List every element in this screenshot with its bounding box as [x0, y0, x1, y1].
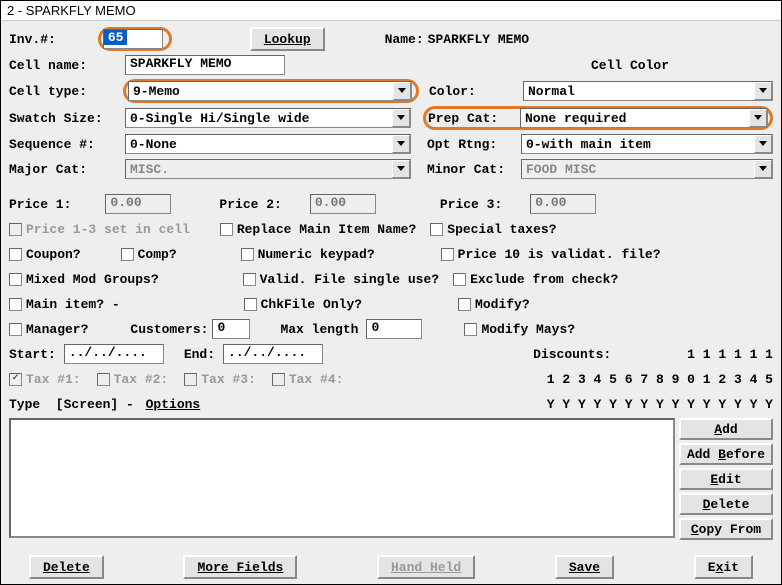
price2-input: 0.00: [310, 194, 376, 214]
copyfrom-button[interactable]: Copy From: [679, 518, 773, 540]
price13-checkbox: Price 1-3 set in cell: [9, 222, 190, 237]
delete-side-button[interactable]: Delete: [679, 493, 773, 515]
maxlen-label: Max length: [280, 322, 362, 337]
modify-checkbox[interactable]: Modify?: [458, 297, 530, 312]
save-button[interactable]: Save: [555, 555, 614, 579]
color-label: Color:: [429, 84, 523, 99]
add-button[interactable]: Add: [679, 418, 773, 440]
price3-input: 0.00: [530, 194, 596, 214]
manager-checkbox[interactable]: Manager?: [9, 322, 88, 337]
swatch-label: Swatch Size:: [9, 111, 125, 126]
swatch-select[interactable]: 0-Single Hi/Single wide: [125, 108, 411, 128]
exit-button[interactable]: Exit: [694, 555, 753, 579]
mixed-checkbox[interactable]: Mixed Mod Groups?: [9, 272, 159, 287]
chevron-down-icon[interactable]: [392, 160, 410, 178]
chevron-down-icon[interactable]: [392, 109, 410, 127]
chevron-down-icon[interactable]: [749, 109, 767, 127]
comp-checkbox[interactable]: Comp?: [121, 247, 177, 262]
inv-label: Inv.#:: [9, 32, 60, 47]
tax3-checkbox: Tax #3:: [184, 372, 256, 387]
celltype-select[interactable]: 9-Memo: [128, 81, 412, 101]
numpad-checkbox[interactable]: Numeric keypad?: [241, 247, 375, 262]
minorcat-label: Minor Cat:: [427, 162, 521, 177]
optrtng-select[interactable]: 0-with main item: [521, 134, 773, 154]
lookup-button[interactable]: Lookup: [250, 27, 325, 51]
discount-nums: 1 2 3 4 5 6 7 8 9 0 1 2 3 4 5: [547, 372, 773, 387]
price1-input: 0.00: [105, 194, 171, 214]
discount-ys: Y Y Y Y Y Y Y Y Y Y Y Y Y Y Y: [547, 397, 773, 412]
tax1-checkbox: ✓Tax #1:: [9, 372, 81, 387]
start-label: Start:: [9, 347, 60, 362]
chkfile-checkbox[interactable]: ChkFile Only?: [244, 297, 362, 312]
tax2-checkbox: Tax #2:: [97, 372, 169, 387]
cellname-label: Cell name:: [9, 58, 125, 73]
prepcat-highlight: Prep Cat: None required: [423, 106, 773, 130]
optrtng-label: Opt Rtng:: [427, 137, 521, 152]
edit-button[interactable]: Edit: [679, 468, 773, 490]
start-input[interactable]: ../../....: [64, 344, 164, 364]
seq-select[interactable]: 0-None: [125, 134, 411, 154]
customers-input[interactable]: 0: [212, 319, 250, 339]
color-select[interactable]: Normal: [523, 81, 773, 101]
handheld-button: Hand Held: [377, 555, 475, 579]
discounts-top: 1 1 1 1 1 1: [687, 347, 773, 362]
coupon-checkbox[interactable]: Coupon?: [9, 247, 81, 262]
valid-checkbox[interactable]: Valid. File single use?: [243, 272, 439, 287]
customers-label: Customers:: [130, 322, 212, 337]
price2-label: Price 2:: [219, 197, 285, 212]
end-input[interactable]: ../../....: [223, 344, 323, 364]
minorcat-select[interactable]: FOOD MISC: [521, 159, 773, 179]
seq-label: Sequence #:: [9, 137, 125, 152]
prepcat-label: Prep Cat:: [428, 111, 520, 126]
discounts-label: Discounts:: [533, 347, 615, 362]
prepcat-select[interactable]: None required: [520, 108, 768, 128]
end-label: End:: [184, 347, 219, 362]
name-value: SPARKFLY MEMO: [428, 32, 529, 47]
inv-input[interactable]: 65: [103, 29, 163, 49]
addbefore-button[interactable]: Add Before: [679, 443, 773, 465]
cellname-input[interactable]: SPARKFLY MEMO: [125, 55, 285, 75]
maxlen-input[interactable]: 0: [366, 319, 422, 339]
cellcolor-label: Cell Color: [591, 58, 673, 73]
mainitem-checkbox[interactable]: Main item? -: [9, 297, 120, 312]
replace-checkbox[interactable]: Replace Main Item Name?: [220, 222, 416, 237]
majorcat-label: Major Cat:: [9, 162, 125, 177]
celltype-label: Cell type:: [9, 84, 123, 99]
screen-listbox[interactable]: [9, 418, 675, 538]
price10-checkbox[interactable]: Price 10 is validat. file?: [441, 247, 661, 262]
price3-label: Price 3:: [440, 197, 506, 212]
window-title: 2 - SPARKFLY MEMO: [1, 1, 781, 21]
price1-label: Price 1:: [9, 197, 75, 212]
chevron-down-icon[interactable]: [393, 82, 411, 100]
modmays-checkbox[interactable]: Modify Mays?: [464, 322, 575, 337]
name-label: Name:: [385, 32, 428, 47]
tax4-checkbox: Tax #4:: [272, 372, 344, 387]
morefields-button[interactable]: More Fields: [183, 555, 297, 579]
majorcat-select[interactable]: MISC.: [125, 159, 411, 179]
type-label: Type [Screen] -: [9, 397, 146, 412]
options-link[interactable]: Options: [146, 397, 201, 412]
delete-button[interactable]: Delete: [29, 555, 104, 579]
chevron-down-icon[interactable]: [392, 135, 410, 153]
celltype-highlight: 9-Memo: [123, 79, 419, 103]
exclude-checkbox[interactable]: Exclude from check?: [453, 272, 618, 287]
chevron-down-icon[interactable]: [754, 135, 772, 153]
chevron-down-icon[interactable]: [754, 160, 772, 178]
special-checkbox[interactable]: Special taxes?: [430, 222, 556, 237]
inv-highlight: 65: [98, 27, 172, 51]
chevron-down-icon[interactable]: [754, 82, 772, 100]
